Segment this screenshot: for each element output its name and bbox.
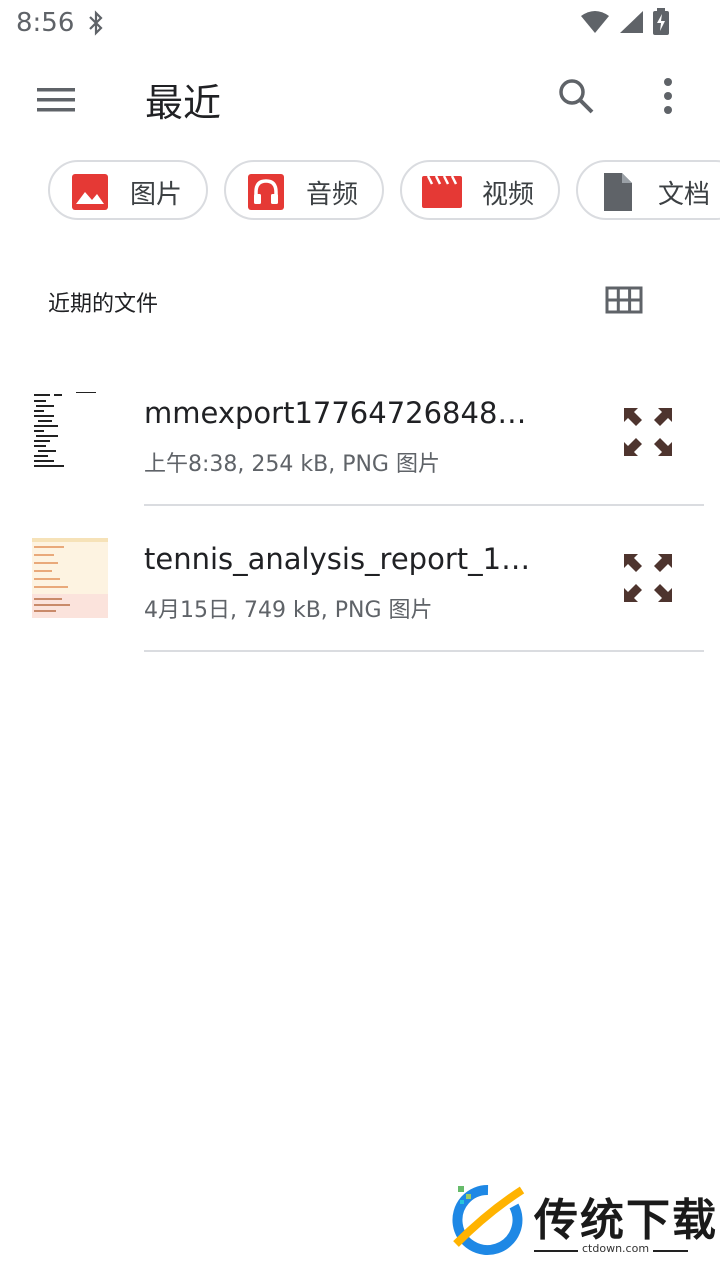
recent-files-header: 近期的文件 [48, 280, 668, 320]
chip-documents[interactable]: 文档 [576, 160, 720, 220]
chip-documents-label: 文档 [658, 180, 711, 210]
wifi-icon [580, 10, 610, 38]
divider [144, 650, 704, 652]
section-title: 近期的文件 [48, 292, 159, 317]
status-bar: 8:56 [0, 0, 720, 48]
file-meta: 上午8:38, 254 kB, PNG 图片 [144, 452, 440, 477]
file-name: mmexport177647268486… [144, 396, 544, 430]
menu-button[interactable] [28, 72, 84, 128]
grid-view-icon [605, 286, 643, 314]
chip-images[interactable]: 图片 [48, 160, 208, 220]
document-icon [604, 173, 632, 211]
chip-images-label: 图片 [130, 180, 183, 210]
page-title: 最近 [145, 81, 222, 125]
signal-icon [618, 10, 644, 38]
hamburger-menu-icon [37, 88, 75, 112]
movie-icon [422, 175, 462, 208]
status-time: 8:56 [16, 8, 75, 38]
file-list: mmexport177647268486… 上午8:38, 254 kB, PN… [0, 360, 720, 652]
chip-videos[interactable]: 视频 [400, 160, 560, 220]
app-bar: 最近 [0, 56, 720, 140]
more-options-button[interactable] [640, 68, 696, 124]
filter-chips: 图片 音频 视频 文档 [48, 160, 720, 224]
grid-view-button[interactable] [604, 280, 644, 320]
watermark-logo-icon [452, 1184, 525, 1255]
search-button[interactable] [548, 68, 604, 124]
fullscreen-expand-icon [624, 554, 672, 602]
file-meta: 4月15日, 749 kB, PNG 图片 [144, 598, 433, 623]
file-thumbnail [32, 392, 108, 472]
watermark: 传统下载 ctdown.com [448, 1182, 716, 1262]
list-item[interactable]: tennis_analysis_report_17… 4月15日, 749 kB… [0, 506, 720, 652]
headphones-icon [248, 174, 284, 210]
more-vert-icon [664, 78, 672, 114]
battery-charging-icon [652, 8, 670, 40]
preview-button[interactable] [620, 404, 676, 460]
image-icon [72, 174, 108, 210]
watermark-brand: 传统下载 [534, 1195, 718, 1246]
chip-videos-label: 视频 [482, 180, 535, 210]
watermark-url: ctdown.com [578, 1242, 654, 1255]
status-icons [580, 8, 670, 40]
chip-audio[interactable]: 音频 [224, 160, 384, 220]
search-icon [559, 79, 594, 114]
bluetooth-icon [86, 10, 106, 40]
file-name: tennis_analysis_report_17… [144, 542, 544, 576]
preview-button[interactable] [620, 550, 676, 606]
file-thumbnail [32, 538, 108, 618]
chip-audio-label: 音频 [306, 180, 359, 210]
fullscreen-expand-icon [624, 408, 672, 456]
list-item[interactable]: mmexport177647268486… 上午8:38, 254 kB, PN… [0, 360, 720, 506]
